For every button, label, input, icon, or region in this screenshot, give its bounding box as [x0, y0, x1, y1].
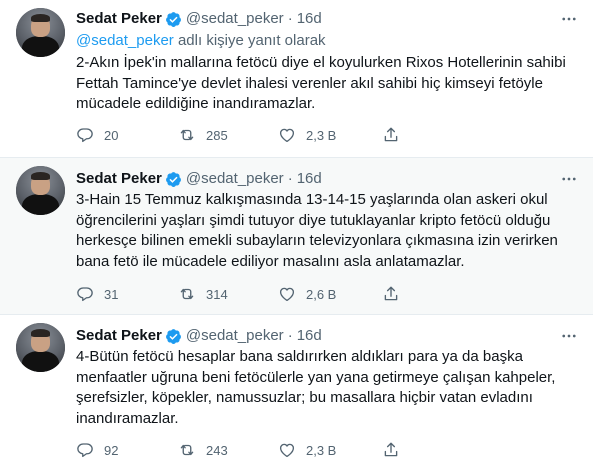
reply-icon: [77, 287, 93, 302]
heart-icon: [279, 287, 295, 302]
reply-context-text: adlı kişiye yanıt olarak: [173, 32, 326, 49]
separator-dot: ·: [287, 10, 293, 27]
tweet-header: Sedat Peker @sedat_peker · 16d: [76, 9, 322, 29]
reply-mention-link[interactable]: @sedat_peker: [76, 32, 174, 49]
author-name[interactable]: Sedat Peker: [76, 326, 162, 346]
reply-count: 20: [104, 127, 119, 143]
tweet-actions: 20 285 2,3 B: [76, 125, 576, 145]
share-icon: [384, 442, 398, 457]
separator-dot: ·: [287, 327, 293, 344]
verified-badge-icon: [165, 328, 181, 344]
author-handle[interactable]: @sedat_peker: [186, 326, 284, 346]
author-handle[interactable]: @sedat_peker: [186, 169, 284, 189]
tweet-text: 3-Hain 15 Temmuz kalkışmasında 13-14-15 …: [76, 191, 558, 270]
reply-count: 31: [104, 286, 119, 302]
reply-button[interactable]: 20: [76, 125, 118, 145]
tweet-actions: 31 314 2,6 B: [76, 284, 576, 304]
heart-icon: [279, 128, 295, 143]
reply-button[interactable]: 31: [76, 284, 118, 304]
heart-icon: [279, 443, 295, 458]
more-options-icon[interactable]: [559, 326, 579, 346]
avatar[interactable]: [16, 323, 65, 372]
retweet-count: 243: [206, 442, 228, 458]
retweet-icon: [180, 288, 194, 300]
share-icon: [384, 286, 398, 301]
like-button[interactable]: 2,3 B: [278, 125, 336, 145]
avatar[interactable]: [16, 8, 65, 57]
like-count: 2,3 B: [306, 442, 337, 458]
timestamp[interactable]: 16d: [297, 326, 322, 346]
author-name[interactable]: Sedat Peker: [76, 9, 162, 29]
share-button[interactable]: [382, 440, 400, 460]
retweet-button[interactable]: 314: [178, 284, 228, 304]
retweet-icon: [180, 444, 194, 456]
like-button[interactable]: 2,3 B: [278, 440, 336, 460]
share-button[interactable]: [382, 284, 400, 304]
timestamp[interactable]: 16d: [297, 9, 322, 29]
avatar[interactable]: [16, 166, 65, 215]
author-name[interactable]: Sedat Peker: [76, 169, 162, 189]
tweet-actions: 92 243 2,3 B: [76, 440, 576, 460]
timestamp[interactable]: 16d: [297, 169, 322, 189]
retweet-button[interactable]: 285: [178, 125, 228, 145]
tweet-header: Sedat Peker @sedat_peker · 16d: [76, 169, 322, 189]
tweet-3[interactable]: Sedat Peker @sedat_peker · 16d 4-Bütün f…: [0, 315, 593, 472]
more-options-icon[interactable]: [559, 169, 579, 189]
retweet-count: 314: [206, 286, 228, 302]
verified-badge-icon: [165, 171, 181, 187]
like-count: 2,3 B: [306, 127, 337, 143]
author-handle[interactable]: @sedat_peker: [186, 9, 284, 29]
tweet-2[interactable]: Sedat Peker @sedat_peker · 16d 3-Hain 15…: [0, 158, 593, 315]
reply-icon: [77, 128, 93, 143]
like-count: 2,6 B: [306, 286, 337, 302]
retweet-count: 285: [206, 127, 228, 143]
tweet-1[interactable]: Sedat Peker @sedat_peker · 16d @sedat_pe…: [0, 0, 593, 158]
tweet-text: 2-Akın İpek'in mallarına fetöcü diye el …: [76, 54, 566, 112]
verified-badge-icon: [165, 11, 181, 27]
more-options-icon[interactable]: [559, 9, 579, 29]
separator-dot: ·: [287, 170, 293, 187]
share-icon: [384, 127, 398, 142]
reply-count: 92: [104, 442, 119, 458]
reply-button[interactable]: 92: [76, 440, 118, 460]
tweet-text: 4-Bütün fetöcü hesaplar bana saldırırken…: [76, 348, 556, 427]
retweet-icon: [180, 129, 194, 141]
like-button[interactable]: 2,6 B: [278, 284, 336, 304]
share-button[interactable]: [382, 125, 400, 145]
tweet-header: Sedat Peker @sedat_peker · 16d: [76, 326, 322, 346]
retweet-button[interactable]: 243: [178, 440, 228, 460]
reply-icon: [77, 443, 93, 458]
reply-context: @sedat_peker adlı kişiye yanıt olarak: [76, 31, 326, 51]
